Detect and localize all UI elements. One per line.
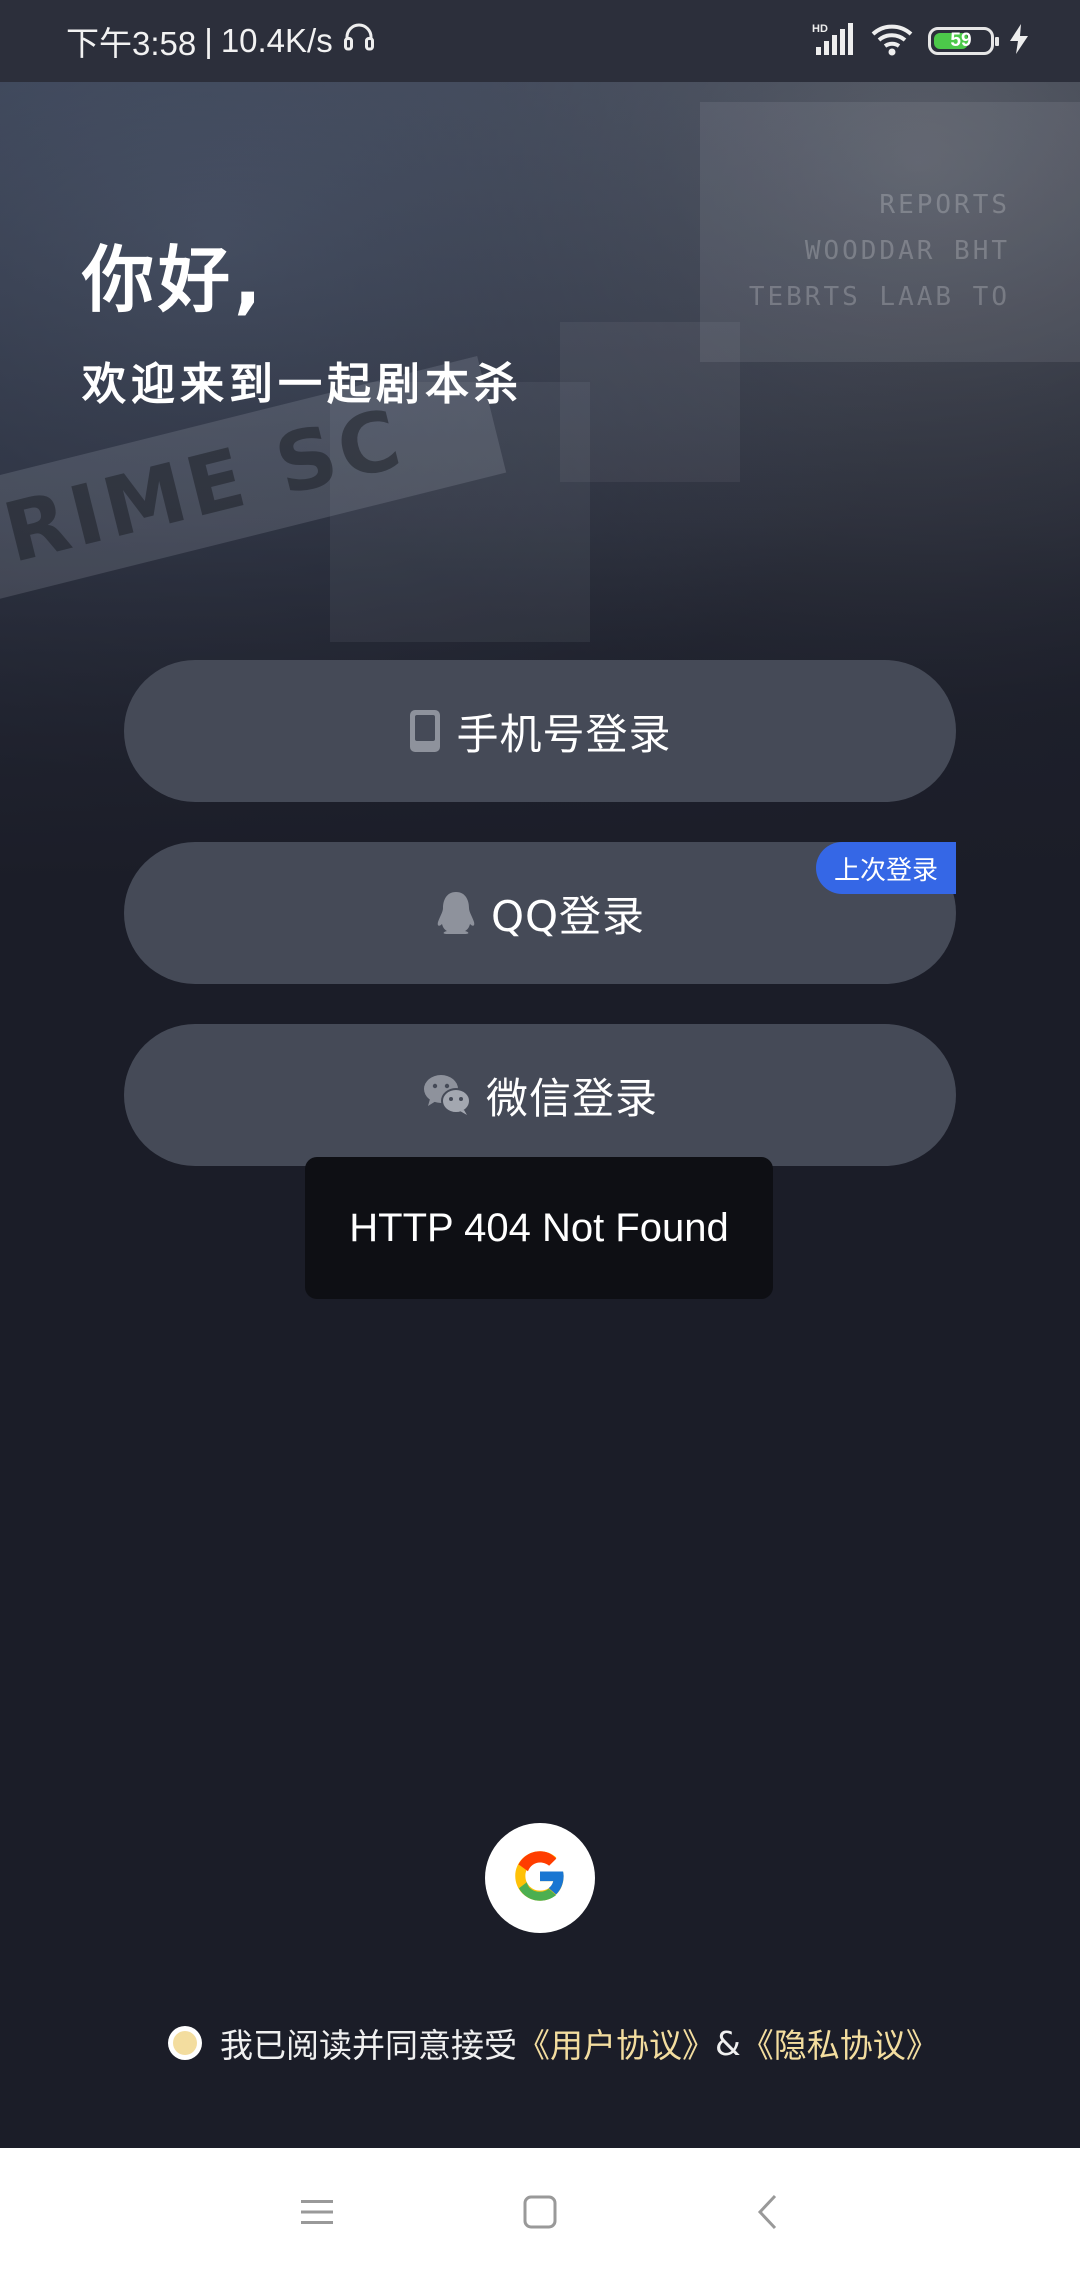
evidence-note (560, 322, 740, 482)
wechat-login-button[interactable]: 微信登录 (124, 1024, 956, 1166)
net-speed: 10.4K/s (220, 22, 333, 59)
agreement-amp: & (715, 2023, 741, 2063)
phone-icon (408, 708, 442, 754)
headphones-icon (341, 19, 377, 63)
menu-icon (299, 2197, 335, 2231)
last-login-badge: 上次登录 (815, 842, 956, 894)
case-file-text: REPORTS WOODDAR BHT TEBRTS LAAB TO (749, 182, 1010, 320)
signal-hd-icon: HD (812, 21, 856, 61)
svg-text:HD: HD (812, 23, 828, 35)
google-icon (513, 1849, 567, 1907)
case-file-line: TEBRTS LAAB TO (748, 282, 1010, 312)
system-nav-bar (0, 2148, 1080, 2280)
qq-login-label: QQ登录 (490, 891, 646, 941)
radio-dot (173, 2031, 197, 2055)
qq-penguin-icon (435, 890, 477, 936)
error-toast: HTTP 404 Not Found (305, 1157, 773, 1299)
login-screen: 下午3:58 | 10.4K/s HD 59 REPORTS WOODDAR B… (0, 0, 1080, 2280)
greeting-title: 你好, (82, 238, 266, 322)
back-chevron-icon (755, 2193, 779, 2235)
toast-message: HTTP 404 Not Found (349, 1205, 729, 1250)
qq-login-button[interactable]: QQ登录 上次登录 (124, 842, 956, 984)
status-bar: 下午3:58 | 10.4K/s HD 59 (0, 0, 1080, 82)
wechat-icon (422, 1073, 472, 1117)
phone-login-button[interactable]: 手机号登录 (124, 660, 956, 802)
agreement-prefix: 我已阅读并同意接受 (220, 2026, 517, 2065)
agreement-row: 我已阅读并同意接受 《用户协议》 & 《隐私协议》 (168, 2015, 939, 2071)
agreement-text: 我已阅读并同意接受 《用户协议》 & 《隐私协议》 (220, 2019, 939, 2067)
home-square-icon (522, 2194, 558, 2234)
wechat-login-label: 微信登录 (485, 1073, 658, 1123)
agreement-radio[interactable] (168, 2026, 202, 2060)
wifi-icon (870, 21, 914, 61)
menu-nav-button[interactable] (257, 2148, 377, 2280)
charging-icon (1008, 23, 1030, 59)
phone-login-label: 手机号登录 (456, 709, 672, 759)
greeting-block: 你好, 欢迎来到一起剧本杀 (82, 238, 523, 412)
battery-icon: 59 (928, 27, 999, 55)
user-agreement-link[interactable]: 《用户协议》 (517, 2019, 715, 2067)
status-right: HD 59 (812, 0, 1030, 82)
back-nav-button[interactable] (707, 2148, 827, 2280)
home-nav-button[interactable] (480, 2148, 600, 2280)
case-file-line: REPORTS (879, 190, 1010, 220)
status-time: 下午3:58 (66, 25, 197, 62)
status-separator: | (204, 22, 213, 59)
battery-level: 59 (950, 30, 972, 51)
google-login-button[interactable] (485, 1823, 595, 1933)
status-left: 下午3:58 | 10.4K/s (66, 17, 377, 65)
privacy-agreement-link[interactable]: 《隐私协议》 (741, 2019, 939, 2067)
case-file-line: WOODDAR BHT (804, 236, 1010, 266)
welcome-subtitle: 欢迎来到一起剧本杀 (82, 359, 523, 410)
